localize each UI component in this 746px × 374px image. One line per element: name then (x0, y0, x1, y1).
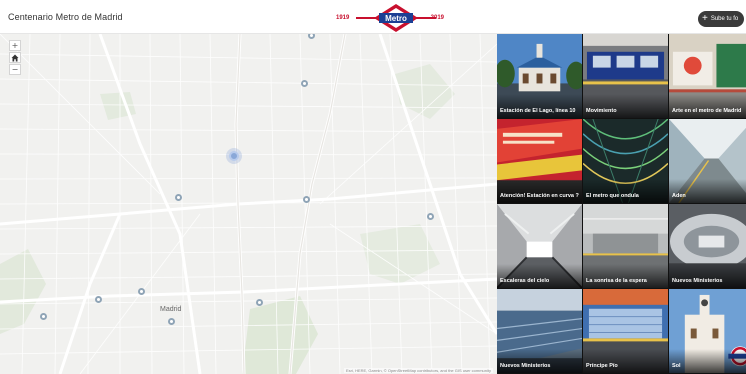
tile-caption: Sol (669, 349, 746, 373)
tile-caption: Príncipe Pío (583, 349, 668, 373)
photo-marker[interactable] (256, 299, 263, 306)
plus-icon: + (702, 13, 708, 24)
photo-marker-selected[interactable] (229, 151, 239, 161)
map-attribution: Esri, HERE, Garmin, © OpenStreetMap cont… (343, 368, 493, 373)
gallery-tile[interactable]: Escaleras del cielo (497, 204, 583, 289)
photo-marker[interactable] (40, 313, 47, 320)
tile-caption: Arte en el metro de Madrid (669, 94, 746, 118)
year-left: 1919 (336, 15, 350, 21)
gallery-tile[interactable]: Aden (669, 119, 746, 204)
map-view[interactable]: + − Madrid Esri, HERE, Garmin, © OpenStr… (0, 34, 497, 374)
gallery-tile[interactable]: Estación de El Lago, línea 10 (497, 34, 583, 119)
tile-caption: Aden (669, 179, 746, 203)
gallery-tile[interactable]: Arte en el metro de Madrid (669, 34, 746, 119)
upload-photo-button[interactable]: + Sube tu fo (698, 11, 745, 27)
gallery-tile[interactable]: Príncipe Pío (583, 289, 669, 374)
year-right: 2019 (430, 15, 444, 21)
photo-gallery: Estación de El Lago, línea 10 Movimiento… (497, 34, 746, 374)
header-bar: Centenario Metro de Madrid 1919 Metro 20… (0, 0, 746, 34)
gallery-tile[interactable]: Nuevos Ministerios (497, 289, 583, 374)
city-label: Madrid (160, 306, 182, 313)
tile-caption: El metro que ondula (583, 179, 668, 203)
tile-caption: Movimiento (583, 94, 668, 118)
upload-button-label: Sube tu fo (710, 16, 739, 22)
street-basemap (0, 34, 497, 374)
tile-caption: La sonrisa de la espera (583, 264, 668, 288)
metro-rhombus-icon: Metro (356, 4, 436, 32)
tile-caption: Estación de El Lago, línea 10 (497, 94, 582, 118)
home-button[interactable] (9, 52, 21, 63)
tile-caption: Atención! Estación en curva ? (497, 179, 582, 203)
tile-caption: Nuevos Ministerios (669, 264, 746, 288)
zoom-out-button[interactable]: − (9, 64, 21, 75)
gallery-tile[interactable]: Sol (669, 289, 746, 374)
home-icon (11, 54, 19, 62)
tile-caption: Escaleras del cielo (497, 264, 582, 288)
gallery-tile[interactable]: Atención! Estación en curva ? (497, 119, 583, 204)
metro-centenary-logo[interactable]: 1919 Metro 2019 (336, 3, 456, 33)
logo-text: Metro (385, 14, 407, 23)
gallery-tile[interactable]: La sonrisa de la espera (583, 204, 669, 289)
app-title: Centenario Metro de Madrid (8, 12, 123, 22)
gallery-tile[interactable]: Nuevos Ministerios (669, 204, 746, 289)
photo-marker[interactable] (95, 296, 102, 303)
gallery-tile[interactable]: El metro que ondula (583, 119, 669, 204)
photo-marker[interactable] (303, 196, 310, 203)
gallery-tile[interactable]: Movimiento (583, 34, 669, 119)
photo-marker[interactable] (427, 213, 434, 220)
photo-marker[interactable] (175, 194, 182, 201)
tile-caption: Nuevos Ministerios (497, 349, 582, 373)
zoom-in-button[interactable]: + (9, 40, 21, 51)
photo-marker[interactable] (168, 318, 175, 325)
photo-marker[interactable] (138, 288, 145, 295)
photo-marker[interactable] (301, 80, 308, 87)
